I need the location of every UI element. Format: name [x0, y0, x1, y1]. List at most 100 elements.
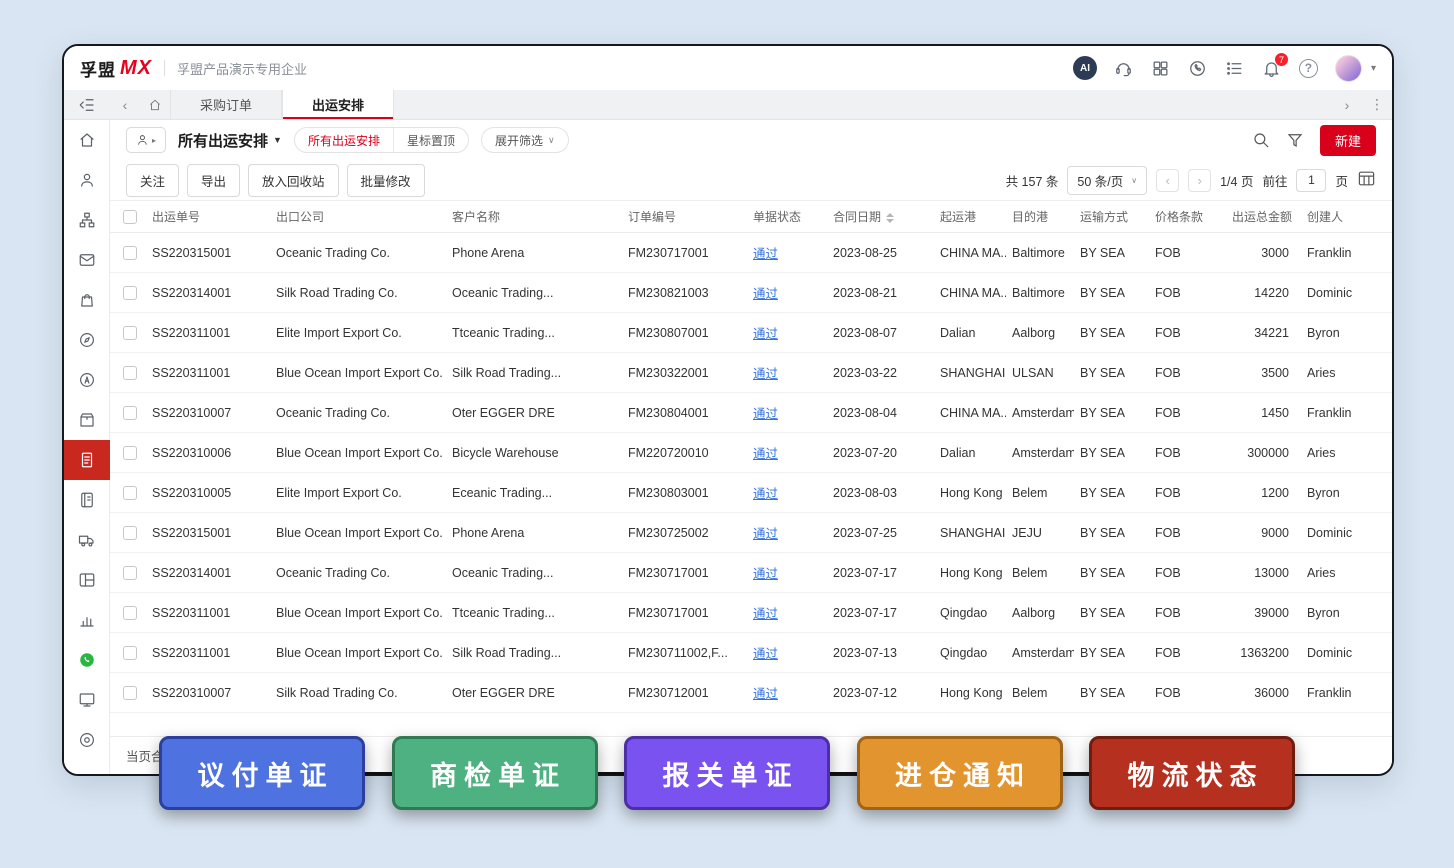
tab-back-icon[interactable]: ‹ — [110, 90, 140, 119]
column-settings-icon[interactable] — [1357, 169, 1376, 191]
table-row[interactable]: SS220311001Blue Ocean Import Export Co.S… — [110, 633, 1392, 673]
status-link[interactable]: 通过 — [753, 527, 778, 541]
sort-icon[interactable] — [886, 213, 894, 223]
table-row[interactable]: SS220314001Oceanic Trading Co.Oceanic Tr… — [110, 553, 1392, 593]
search-icon[interactable] — [1252, 131, 1270, 149]
column-header-10[interactable]: 价格条款 — [1149, 201, 1226, 233]
status-link[interactable]: 通过 — [753, 247, 778, 261]
prev-page-button[interactable]: ‹ — [1156, 169, 1179, 192]
task-list-icon[interactable] — [1225, 58, 1245, 78]
avatar-chevron-down-icon[interactable]: ▾ — [1371, 63, 1376, 74]
nav-home-icon[interactable] — [64, 120, 110, 160]
batch-edit-button[interactable]: 批量修改 — [347, 164, 425, 197]
nav-workspace-icon[interactable] — [64, 560, 110, 600]
cell-5[interactable]: 通过 — [747, 393, 827, 433]
row-checkbox[interactable] — [123, 286, 137, 300]
notification-bell-icon[interactable]: 7 — [1262, 58, 1282, 78]
user-avatar[interactable] — [1335, 55, 1362, 82]
overlay-button-5[interactable]: 物流状态 — [1089, 736, 1295, 810]
column-header-4[interactable]: 订单编号 — [622, 201, 747, 233]
filter-funnel-icon[interactable] — [1286, 131, 1304, 149]
cell-5[interactable]: 通过 — [747, 513, 827, 553]
row-checkbox[interactable] — [123, 406, 137, 420]
column-header-5[interactable]: 单据状态 — [747, 201, 827, 233]
table-row[interactable]: SS220310006Blue Ocean Import Export Co.B… — [110, 433, 1392, 473]
table-row[interactable]: SS220310007Silk Road Trading Co.Oter EGG… — [110, 673, 1392, 713]
cell-5[interactable]: 通过 — [747, 353, 827, 393]
column-header-1[interactable]: 出运单号 — [146, 201, 270, 233]
row-checkbox[interactable] — [123, 566, 137, 580]
nav-products-icon[interactable] — [64, 280, 110, 320]
collapse-sidebar-icon[interactable] — [64, 90, 110, 120]
apps-grid-icon[interactable] — [1151, 58, 1171, 78]
page-size-select[interactable]: 50 条/页 ∨ — [1067, 166, 1147, 195]
recycle-bin-button[interactable]: 放入回收站 — [248, 164, 339, 197]
status-link[interactable]: 通过 — [753, 567, 778, 581]
overlay-button-1[interactable]: 议付单证 — [159, 736, 365, 810]
row-checkbox[interactable] — [123, 366, 137, 380]
table-row[interactable]: SS220310005Elite Import Export Co.Eceani… — [110, 473, 1392, 513]
follow-button[interactable]: 关注 — [126, 164, 179, 197]
overlay-button-4[interactable]: 进仓通知 — [857, 736, 1063, 810]
nav-documents-icon[interactable] — [64, 480, 110, 520]
expand-filters-button[interactable]: 展开筛选 ∨ — [481, 127, 569, 153]
table-row[interactable]: SS220310007Oceanic Trading Co.Oter EGGER… — [110, 393, 1392, 433]
nav-whatsapp-icon[interactable] — [64, 640, 110, 680]
row-checkbox[interactable] — [123, 486, 137, 500]
nav-marketing-icon[interactable] — [64, 320, 110, 360]
status-link[interactable]: 通过 — [753, 687, 778, 701]
nav-logistics-icon[interactable] — [64, 520, 110, 560]
status-link[interactable]: 通过 — [753, 367, 778, 381]
status-link[interactable]: 通过 — [753, 287, 778, 301]
export-button[interactable]: 导出 — [187, 164, 240, 197]
nav-organization-icon[interactable] — [64, 200, 110, 240]
table-row[interactable]: SS220315001Oceanic Trading Co.Phone Aren… — [110, 233, 1392, 273]
overlay-button-2[interactable]: 商检单证 — [392, 736, 598, 810]
table-row[interactable]: SS220314001Silk Road Trading Co.Oceanic … — [110, 273, 1392, 313]
nav-approval-icon[interactable] — [64, 360, 110, 400]
ai-assistant-icon[interactable]: AI — [1073, 56, 1097, 80]
nav-settings-icon[interactable] — [64, 720, 110, 760]
row-checkbox[interactable] — [123, 526, 137, 540]
table-row[interactable]: SS220311001Blue Ocean Import Export Co.T… — [110, 593, 1392, 633]
cell-5[interactable]: 通过 — [747, 633, 827, 673]
column-header-8[interactable]: 目的港 — [1006, 201, 1074, 233]
nav-monitor-icon[interactable] — [64, 680, 110, 720]
select-all-checkbox[interactable] — [123, 210, 137, 224]
status-link[interactable]: 通过 — [753, 487, 778, 501]
cell-5[interactable]: 通过 — [747, 473, 827, 513]
column-header-7[interactable]: 起运港 — [934, 201, 1006, 233]
status-link[interactable]: 通过 — [753, 407, 778, 421]
status-link[interactable]: 通过 — [753, 327, 778, 341]
row-checkbox[interactable] — [123, 686, 137, 700]
tab-shipping-arrangement[interactable]: 出运安排 — [282, 90, 394, 119]
table-row[interactable]: SS220311001Blue Ocean Import Export Co.S… — [110, 353, 1392, 393]
nav-mail-icon[interactable] — [64, 240, 110, 280]
tab-purchase-orders[interactable]: 采购订单 — [170, 90, 282, 119]
row-checkbox[interactable] — [123, 646, 137, 660]
filter-starred-pinned[interactable]: 星标置顶 — [393, 128, 468, 152]
nav-orders-icon[interactable] — [64, 400, 110, 440]
goto-page-input[interactable] — [1296, 169, 1326, 192]
column-header-6[interactable]: 合同日期 — [827, 201, 934, 233]
cell-5[interactable]: 通过 — [747, 273, 827, 313]
table-row[interactable]: SS220315001Blue Ocean Import Export Co.P… — [110, 513, 1392, 553]
owner-filter-button[interactable]: ▸ — [126, 127, 166, 153]
cell-5[interactable]: 通过 — [747, 433, 827, 473]
table-row[interactable]: SS220311001Elite Import Export Co.Ttcean… — [110, 313, 1392, 353]
view-selector[interactable]: 所有出运安排 ▼ — [178, 130, 282, 151]
column-header-3[interactable]: 客户名称 — [446, 201, 622, 233]
column-header-11[interactable]: 出运总金额 — [1226, 201, 1301, 233]
tab-home-icon[interactable] — [140, 90, 170, 119]
phone-call-icon[interactable] — [1188, 58, 1208, 78]
nav-contacts-icon[interactable] — [64, 160, 110, 200]
row-checkbox[interactable] — [123, 606, 137, 620]
cell-5[interactable]: 通过 — [747, 553, 827, 593]
support-headset-icon[interactable] — [1114, 58, 1134, 78]
status-link[interactable]: 通过 — [753, 607, 778, 621]
status-link[interactable]: 通过 — [753, 447, 778, 461]
column-header-9[interactable]: 运输方式 — [1074, 201, 1149, 233]
row-checkbox[interactable] — [123, 446, 137, 460]
column-header-2[interactable]: 出口公司 — [270, 201, 446, 233]
tab-more-icon[interactable]: ⋮ — [1362, 90, 1392, 119]
